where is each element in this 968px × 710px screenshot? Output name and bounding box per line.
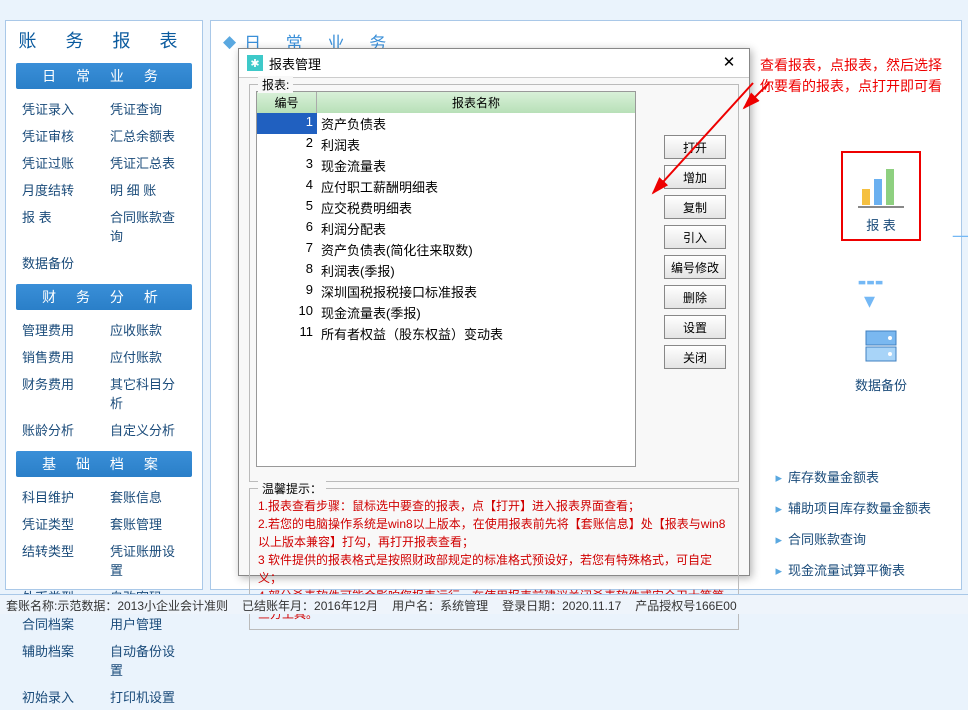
menu-item[interactable]: 明 细 账 — [104, 176, 192, 203]
report-row[interactable]: 8利润表(季报) — [257, 260, 635, 281]
menu-item[interactable]: 初始录入 — [16, 683, 104, 710]
menu-item[interactable]: 凭证查询 — [104, 95, 192, 122]
bar-chart-icon — [856, 161, 906, 211]
menu-item[interactable]: 凭证类型 — [16, 510, 104, 537]
menu-item[interactable]: 打印机设置 — [104, 683, 192, 710]
menu-item[interactable]: 汇总余额表 — [104, 122, 192, 149]
dialog-增加-button[interactable]: 增加 — [664, 165, 726, 189]
menu-item[interactable]: 财务费用 — [16, 370, 104, 416]
dialog-buttons: 打开增加复制引入编号修改删除设置关闭 — [664, 135, 726, 369]
hints-label: 温馨提示： — [258, 480, 326, 498]
menu-item[interactable]: 套账管理 — [104, 510, 192, 537]
menu-item[interactable]: 自动备份设置 — [104, 637, 192, 683]
quick-link[interactable]: 合同账款查询 — [775, 523, 931, 554]
menu-item[interactable]: 凭证审核 — [16, 122, 104, 149]
menu-item[interactable]: 销售费用 — [16, 343, 104, 370]
status-login: 登录日期：2020.11.17 — [502, 597, 621, 612]
menu-item[interactable]: 用户管理 — [104, 610, 192, 637]
report-row[interactable]: 10现金流量表(季报) — [257, 302, 635, 323]
report-list[interactable]: 编号 报表名称 1资产负债表2利润表3现金流量表4应付职工薪酬明细表5应交税费明… — [256, 91, 636, 467]
menu-item[interactable]: 月度结转 — [16, 176, 104, 203]
quick-links: 库存数量金额表辅助项目库存数量金额表合同账款查询现金流量试算平衡表 — [775, 461, 931, 585]
report-row[interactable]: 1资产负债表 — [257, 113, 635, 134]
status-auth: 产品授权号166E00 — [635, 597, 736, 612]
menu-item[interactable]: 应收账款 — [104, 316, 192, 343]
report-row[interactable]: 11所有者权益（股东权益）变动表 — [257, 323, 635, 344]
backup-icon-label: 数据备份 — [841, 375, 921, 394]
report-row[interactable]: 2利润表 — [257, 134, 635, 155]
report-row[interactable]: 4应付职工薪酬明细表 — [257, 176, 635, 197]
report-manage-dialog: ✱ 报表管理 ✕ 报表: 编号 报表名称 1资产负债表2利润表3现金流量表4应付… — [238, 48, 750, 576]
report-icon-button[interactable]: 报 表 — [841, 151, 921, 241]
dialog-删除-button[interactable]: 删除 — [664, 285, 726, 309]
status-user: 用户名：系统管理 — [392, 597, 488, 612]
dialog-引入-button[interactable]: 引入 — [664, 225, 726, 249]
menu-item[interactable]: 账龄分析 — [16, 416, 104, 443]
report-group-label: 报表: — [258, 76, 293, 93]
dialog-打开-button[interactable]: 打开 — [664, 135, 726, 159]
left-panel: 账 务 报 表 日 常 业 务凭证录入凭证查询凭证审核汇总余额表凭证过账凭证汇总… — [5, 20, 203, 590]
menu-item[interactable]: 凭证账册设置 — [104, 537, 192, 583]
col-no-header: 编号 — [257, 92, 317, 113]
dialog-关闭-button[interactable]: 关闭 — [664, 345, 726, 369]
status-acct: 套账名称:示范数据：2013小企业会计准则 — [6, 597, 228, 612]
report-row[interactable]: 6利润分配表 — [257, 218, 635, 239]
report-icon-label: 报 表 — [851, 215, 911, 234]
menu-item[interactable]: 合同账款查询 — [104, 203, 192, 249]
backup-icon-button[interactable]: 数据备份 — [841, 321, 921, 411]
report-row[interactable]: 5应交税费明细表 — [257, 197, 635, 218]
section-header: 日 常 业 务 — [16, 63, 192, 89]
report-row[interactable]: 3现金流量表 — [257, 155, 635, 176]
dialog-title: 报表管理 — [269, 54, 717, 73]
menu-item[interactable]: 数据备份 — [16, 249, 192, 276]
server-icon — [856, 321, 906, 371]
menu-item[interactable]: 结转类型 — [16, 537, 104, 583]
menu-item[interactable]: 凭证录入 — [16, 95, 104, 122]
section-header: 财 务 分 析 — [16, 284, 192, 310]
menu-item[interactable]: 管理费用 — [16, 316, 104, 343]
status-bar: 套账名称:示范数据：2013小企业会计准则 已结账年月：2016年12月 用户名… — [0, 594, 968, 614]
hint-line: 1.报表查看步骤：鼠标选中要查的报表，点【打开】进入报表界面查看； — [258, 497, 730, 515]
quick-link[interactable]: 库存数量金额表 — [775, 461, 931, 492]
callout-text: 查看报表，点报表，然后选择你要看的报表，点打开即可看 — [760, 55, 955, 97]
menu-item[interactable]: 科目维护 — [16, 483, 104, 510]
dialog-titlebar[interactable]: ✱ 报表管理 ✕ — [239, 49, 749, 78]
quick-link[interactable]: 现金流量试算平衡表 — [775, 554, 931, 585]
col-name-header: 报表名称 — [317, 92, 635, 113]
menu-item[interactable]: 凭证汇总表 — [104, 149, 192, 176]
flow-arrow-icon: → — [944, 216, 968, 248]
status-period: 已结账年月：2016年12月 — [242, 597, 378, 612]
hint-line: 3 软件提供的报表格式是按照财政部规定的标准格式预设好，若您有特殊格式，可自定义… — [258, 551, 730, 587]
menu-item[interactable]: 其它科目分析 — [104, 370, 192, 416]
section-header: 基 础 档 案 — [16, 451, 192, 477]
report-row[interactable]: 7资产负债表(简化往来取数) — [257, 239, 635, 260]
menu-item[interactable]: 套账信息 — [104, 483, 192, 510]
menu-item[interactable]: 应付账款 — [104, 343, 192, 370]
report-group: 报表: 编号 报表名称 1资产负债表2利润表3现金流量表4应付职工薪酬明细表5应… — [249, 84, 739, 482]
menu-item[interactable]: 自定义分析 — [104, 416, 192, 443]
app-icon: ✱ — [247, 55, 263, 71]
report-row[interactable]: 9深圳国税报税接口标准报表 — [257, 281, 635, 302]
dialog-编号修改-button[interactable]: 编号修改 — [664, 255, 726, 279]
close-icon[interactable]: ✕ — [717, 53, 741, 73]
menu-item[interactable]: 报 表 — [16, 203, 104, 249]
panel-title: 账 务 报 表 — [6, 21, 202, 55]
hint-line: 2.若您的电脑操作系统是win8以上版本，在使用报表前先将【套账信息】处【报表与… — [258, 515, 730, 551]
dialog-复制-button[interactable]: 复制 — [664, 195, 726, 219]
flow-arrow-down-icon: ┇▾ — [857, 276, 883, 314]
menu-item[interactable]: 凭证过账 — [16, 149, 104, 176]
dialog-设置-button[interactable]: 设置 — [664, 315, 726, 339]
report-list-header: 编号 报表名称 — [257, 92, 635, 113]
quick-link[interactable]: 辅助项目库存数量金额表 — [775, 492, 931, 523]
menu-item[interactable]: 辅助档案 — [16, 637, 104, 683]
menu-item[interactable]: 合同档案 — [16, 610, 104, 637]
